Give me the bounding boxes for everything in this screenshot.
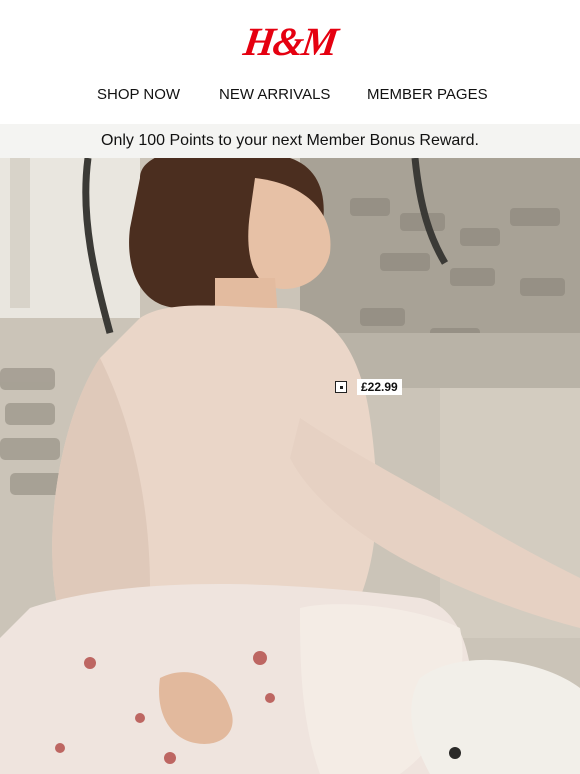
- nav-shop-now[interactable]: SHOP NOW: [97, 86, 180, 103]
- hm-logo[interactable]: H&M: [0, 18, 580, 65]
- email-header: H&M SHOP NOW NEW ARRIVALS MEMBER PAGES: [0, 0, 580, 124]
- top-nav: SHOP NOW NEW ARRIVALS MEMBER PAGES: [0, 86, 580, 106]
- hero-photo-illustration: [0, 158, 580, 774]
- nav-member-pages[interactable]: MEMBER PAGES: [367, 86, 488, 103]
- nav-new-arrivals[interactable]: NEW ARRIVALS: [219, 86, 330, 103]
- hero-image[interactable]: £22.99: [0, 158, 580, 774]
- product-price-tag[interactable]: £22.99: [335, 379, 402, 395]
- member-bonus-banner[interactable]: Only 100 Points to your next Member Bonu…: [0, 124, 580, 158]
- product-price[interactable]: £22.99: [357, 379, 402, 395]
- logo-text: H&M: [240, 19, 340, 64]
- tag-square-icon[interactable]: [335, 381, 347, 393]
